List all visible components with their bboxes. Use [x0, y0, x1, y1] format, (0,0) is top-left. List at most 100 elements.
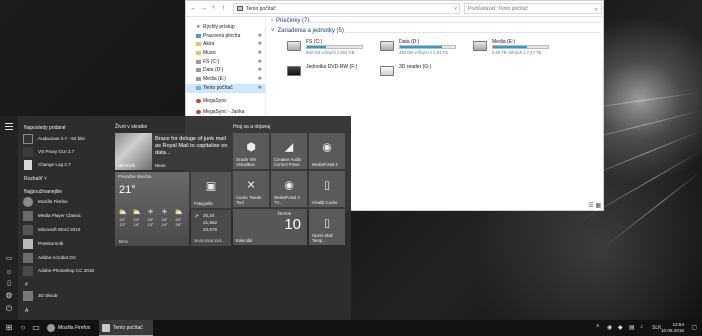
dvd-drive-icon — [287, 66, 301, 76]
back-arrow-icon[interactable]: ← — [189, 4, 198, 13]
pin-icon: ✱ — [257, 58, 262, 65]
nav-item-megasync[interactable]: MegaSync — [186, 97, 265, 106]
forward-arrow-icon[interactable]: → — [199, 4, 208, 13]
letter-header-a[interactable]: A — [25, 308, 28, 314]
codec-tweak-tile[interactable]: ✕ Codec Tweak Tool — [233, 171, 269, 207]
drive-usage-fill — [493, 46, 528, 48]
hard-drive-icon — [287, 41, 301, 51]
news-source: Microsoft — [118, 163, 135, 168]
explorer-folder-icon[interactable]: ▭ — [4, 254, 14, 264]
audacious-icon — [23, 134, 33, 144]
user-account-icon[interactable]: ☺ — [4, 268, 14, 278]
devices-group-header[interactable]: ˅ Zariadenia a jednotky (5) — [271, 28, 344, 34]
app-audacious[interactable]: Audacious 2.7 - 64 bits — [22, 133, 112, 145]
search-placeholder: Prehľadávať: Tento počítač — [468, 6, 528, 12]
weather-tile[interactable]: Prevažne slnečno 21° ⛅ 22° 12° ⛅ 24° 14° ☀ 25… — [115, 172, 189, 246]
address-field[interactable]: Tento počítač ˅ — [233, 3, 460, 14]
nav-item-desktop[interactable]: Pracovná plocha ✱ — [186, 32, 265, 41]
drive-data-d[interactable]: Data (D:) 433 GB voľných z 1,81 TB — [380, 39, 470, 59]
clock-date: 10.05.2018 — [661, 328, 684, 333]
search-input[interactable]: Prehľadávať: Tento počítač ⌕ — [464, 3, 602, 14]
mediaportal-tile[interactable]: ◉ MediaPortal 2 — [309, 133, 345, 169]
stocks-chart-icon: ↗ — [194, 214, 200, 220]
opera-mail-tile[interactable]: ▯ Opera Mail Temp... — [309, 209, 345, 245]
details-view-icon[interactable]: ☰ — [588, 203, 593, 209]
search-icon: ⌕ — [594, 7, 598, 13]
power-icon[interactable]: ⏻ — [4, 304, 14, 314]
proxy-app-icon — [23, 147, 33, 157]
folder-icon — [23, 239, 33, 249]
photos-tile[interactable]: ▣ Fotografie — [191, 172, 231, 208]
nav-item-data-d[interactable]: Data (D:) ✱ — [186, 66, 265, 75]
drive-dvd-f[interactable]: Jednotka DVD-RW (F:) — [287, 64, 377, 84]
recently-added-header: Naposledy pridané — [24, 125, 66, 131]
network-icon[interactable]: ▤ — [629, 324, 635, 331]
tiles-view-icon[interactable]: ▦ — [595, 203, 601, 209]
taskbar-app-this-pc[interactable]: Tento počítač — [99, 320, 153, 336]
app-media-player-classic[interactable]: Media Player Classic — [22, 210, 112, 222]
folders-group-header[interactable]: › Priečinky (7) — [271, 18, 309, 24]
nav-item-akira[interactable]: Akira ✱ — [186, 40, 265, 49]
megasync-icon — [196, 98, 201, 103]
clock[interactable]: 13:54 10.05.2018 — [661, 322, 684, 334]
acrobat-icon — [23, 253, 33, 263]
settings-gear-icon[interactable]: ⚙ — [4, 291, 14, 301]
firefox-icon — [47, 324, 55, 332]
app-acrobat-dc[interactable]: Adobe Acrobat DC — [22, 252, 112, 264]
expand-button[interactable]: Rozbaliť ˅ — [24, 176, 47, 182]
vivaldi-cache-tile[interactable]: ▯ Vivaldi Cache — [309, 171, 345, 207]
app-word-2010[interactable]: Microsoft Word 2010 — [22, 224, 112, 236]
app-3d-paint[interactable]: 3D Skicár — [22, 290, 112, 302]
wallpaper-beam — [601, 170, 702, 250]
most-used-header: Najpoužívanejšie — [24, 189, 63, 195]
mediaportal-tv-tile[interactable]: ◉ MediaPortal 2 TV... — [271, 171, 307, 207]
stocks-tile[interactable]: ↗ 26,24 21,552 23,575 10.05.2018 13:5... — [191, 210, 231, 246]
tray-app-icon[interactable]: ◉ — [607, 324, 612, 331]
forecast-day: ☀ 24° 14° — [159, 209, 170, 227]
document-icon — [24, 160, 32, 170]
nav-item-media-e[interactable]: Media (E:) ✱ — [186, 75, 265, 84]
divider — [307, 22, 601, 23]
chevron-down-icon: ˅ — [43, 176, 47, 182]
creative-audio-tile[interactable]: ◢ Creative Audio Control Panel — [271, 133, 307, 169]
calendar-label: Kalendár — [236, 238, 253, 243]
tray-app-icon[interactable]: ◆ — [618, 324, 623, 331]
cloud-sun-icon: ⛅ — [118, 209, 127, 216]
forecast-day: ☀ 25° 13° — [145, 209, 156, 227]
news-tile[interactable]: Brace for deluge of junk mail as Royal M… — [115, 133, 231, 170]
tray-overflow-chevron-icon[interactable]: ˄ — [596, 324, 600, 330]
calendar-tile[interactable]: štvrtok 10 Kalendár — [233, 209, 307, 245]
pin-icon: ✱ — [257, 50, 262, 57]
taskbar-app-firefox[interactable]: Mozilla Firefox — [44, 320, 98, 336]
documents-icon[interactable]: ▯ — [4, 279, 14, 289]
chevron-right-icon: › — [271, 18, 273, 24]
app-file-explorer[interactable]: Prieskumník — [22, 238, 112, 250]
chevron-down-icon[interactable]: ˅ — [454, 4, 457, 14]
weather-condition: Prevažne slnečno — [118, 174, 152, 179]
volume-icon[interactable]: ♪ — [640, 324, 643, 330]
drive-fs-c[interactable]: FS (C:) 550 GB voľných z 464 GB — [287, 39, 377, 59]
drive-media-e[interactable]: Media (E:) 2,80 TB voľných z 7,27 TB — [473, 39, 563, 59]
nav-item-music[interactable]: Music ✱ — [186, 49, 265, 58]
drive-3d-reader-g[interactable]: 3D reader (G:) — [380, 64, 470, 84]
task-view-icon[interactable]: ▭ — [31, 323, 41, 333]
start-windows-icon[interactable]: ⊞ — [4, 323, 14, 333]
nav-item-this-pc[interactable]: Tento počítač ✱ — [186, 83, 265, 93]
app-vs-proxy[interactable]: VS Proxy GUI 2.7 — [22, 146, 112, 158]
search-icon[interactable]: ○ — [18, 323, 28, 333]
calendar-day-number: 10 — [284, 216, 301, 233]
app-photoshop-cc[interactable]: Adobe Photoshop CC 2018 — [22, 265, 112, 277]
hamburger-menu-icon[interactable] — [5, 123, 13, 133]
recent-locations-chevron-icon[interactable]: ˅ — [209, 4, 218, 13]
app-change-log[interactable]: Change Log 2.7 — [22, 159, 112, 171]
up-arrow-icon[interactable]: ↑ — [219, 4, 228, 13]
virtualbox-tile[interactable]: ⬢ Oracle VM VirtualBox — [233, 133, 269, 169]
drive-usage-fill — [400, 46, 443, 48]
nav-item-quick-access[interactable]: ★ Rýchly prístup — [186, 23, 265, 32]
app-firefox[interactable]: Mozilla Firefox — [22, 196, 112, 208]
nav-item-fs-c[interactable]: FS (C:) ✱ — [186, 58, 265, 67]
notifications-icon[interactable]: ▢ — [691, 324, 697, 331]
explorer-address-bar-row: ← → ˅ ↑ Tento počítač ˅ Prehľadávať: Ten… — [186, 1, 603, 17]
sun-icon: ☀ — [161, 209, 168, 216]
letter-header-hash[interactable]: # — [25, 282, 28, 288]
